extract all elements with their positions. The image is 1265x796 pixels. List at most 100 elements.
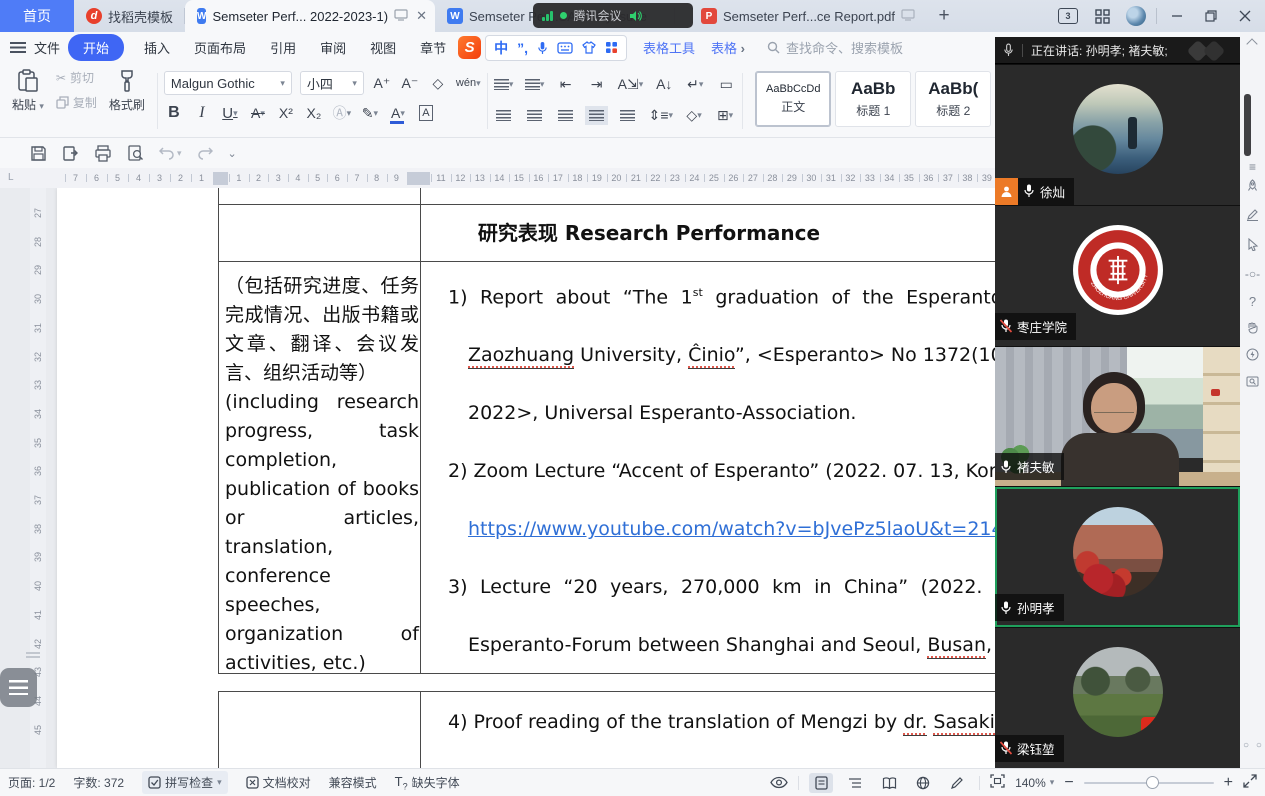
justify-button[interactable] <box>587 104 607 126</box>
cut-button[interactable]: ✂剪切 <box>56 69 97 86</box>
navigation-pane-handle[interactable] <box>0 668 37 707</box>
web-view-button[interactable] <box>911 773 935 793</box>
pinyin-guide-icon[interactable]: wén▾ <box>456 72 481 94</box>
font-size-select[interactable]: 小四▾ <box>300 71 364 95</box>
ime-mode-chinese[interactable]: 中 <box>494 38 508 58</box>
redo-icon[interactable] <box>197 146 213 160</box>
ime-keyboard-icon[interactable] <box>557 42 573 54</box>
hand-icon[interactable] <box>1240 320 1265 334</box>
compatibility-mode-label[interactable]: 兼容模式 <box>329 774 377 791</box>
outline-view-button[interactable] <box>843 773 867 793</box>
tab-docer[interactable]: d 找稻壳模板 <box>74 0 185 32</box>
command-search[interactable]: 查找命令、搜索模板 <box>767 38 903 57</box>
zoom-level[interactable]: 140%▾ <box>1015 776 1054 790</box>
doc-section-title[interactable]: 研究表现 Research Performance <box>218 206 1080 260</box>
text-effects-button[interactable]: Ⓐ ▾ <box>332 102 352 124</box>
tab-document-active[interactable]: W Semseter Perf... 2022-2023-1) ✕ <box>185 0 435 32</box>
participant-tile[interactable]: ZAOZHUANG UNIVERSITY枣庄学院 <box>995 205 1240 346</box>
tab-pdf[interactable]: P Semseter Perf...ce Report.pdf <box>689 0 929 32</box>
fit-page-icon[interactable] <box>990 774 1005 791</box>
character-border-button[interactable]: A <box>416 102 436 124</box>
zoom-slider-thumb[interactable] <box>1146 776 1159 789</box>
tab-stop-selector[interactable]: L <box>8 172 14 183</box>
meeting-panel[interactable]: 正在讲话: 孙明孝; 褚夫敏; 徐灿ZAOZHUANG UNIVERSITY枣庄… <box>995 37 1240 768</box>
undo-icon[interactable] <box>159 146 175 160</box>
bold-button[interactable]: B <box>164 102 184 124</box>
scrollbar-thumb[interactable] <box>1244 94 1251 156</box>
style-cell[interactable]: AaBbCcDd正文 <box>755 71 831 127</box>
sort-button[interactable]: A↓ <box>654 73 674 95</box>
line-spacing-button[interactable]: ⇕≡ ▾ <box>649 104 673 126</box>
decrease-indent-button[interactable]: ⇤ <box>556 73 576 95</box>
font-name-select[interactable]: Malgun Gothic▾ <box>164 71 292 95</box>
export-pdf-icon[interactable] <box>62 145 79 162</box>
italic-button[interactable]: I <box>192 102 212 124</box>
customize-toolbar-icon[interactable]: ⌄ <box>228 147 237 160</box>
ime-punctuation[interactable]: ”, <box>517 40 528 56</box>
cursor-icon[interactable] <box>1240 237 1265 251</box>
help-icon[interactable]: ? <box>1240 294 1265 309</box>
menu-item[interactable]: 视图 <box>370 38 396 57</box>
highlight-button[interactable]: ✎ ▾ <box>360 102 380 124</box>
collapse-meeting-icon[interactable] <box>1246 38 1257 49</box>
participant-tile[interactable]: 褚夫敏 <box>995 346 1240 487</box>
ruler-toggle-icon[interactable]: ▭ <box>716 73 736 95</box>
copy-button[interactable]: 复制 <box>56 94 97 111</box>
ime-skin-icon[interactable] <box>582 41 596 54</box>
hamburger-icon[interactable] <box>10 42 26 53</box>
style-cell[interactable]: AaBb(标题 2 <box>915 71 991 127</box>
pen-icon[interactable] <box>1240 207 1265 221</box>
context-tab-table-tools[interactable]: 表格工具 <box>643 38 695 57</box>
doc-left-cell[interactable]: （包括研究进度、任务完成情况、出版书籍或文章、翻译、会议发言、组织活动等） (i… <box>225 272 419 678</box>
context-tab-table-style[interactable]: 表格 › <box>711 38 745 57</box>
zoom-out-button[interactable]: − <box>1064 774 1073 792</box>
doc-right-cell-2[interactable]: 4) Proof reading of the translation of M… <box>448 693 995 751</box>
ruler-marker[interactable] <box>213 172 228 185</box>
superscript-button[interactable]: X² <box>276 102 296 124</box>
minimize-button[interactable] <box>1163 4 1191 28</box>
tencent-meeting-mini-bar[interactable]: 腾讯会议 <box>533 3 693 28</box>
menu-item[interactable]: 插入 <box>144 38 170 57</box>
ime-tools-grid-icon[interactable] <box>605 41 618 54</box>
font-color-button[interactable]: A ▾ <box>388 102 408 124</box>
participant-tile[interactable]: 孙明孝 <box>995 486 1240 627</box>
text-layout-button[interactable]: A⇲ ▾ <box>618 73 644 95</box>
close-tab-icon[interactable]: ✕ <box>416 8 427 24</box>
menu-item[interactable]: 页面布局 <box>194 38 246 57</box>
read-mode-button[interactable] <box>877 773 901 793</box>
ime-mic-icon[interactable] <box>537 41 548 55</box>
menu-item[interactable]: 章节 <box>420 38 446 57</box>
word-count[interactable]: 字数: 372 <box>73 774 124 791</box>
increase-indent-button[interactable]: ⇥ <box>587 73 607 95</box>
style-cell[interactable]: AaBb标题 1 <box>835 71 911 127</box>
lightning-icon[interactable] <box>1240 347 1265 361</box>
align-center-button[interactable] <box>525 104 545 126</box>
zoom-in-button[interactable]: + <box>1224 774 1233 792</box>
rocket-icon[interactable] <box>1240 178 1265 192</box>
hyperlink[interactable]: https://www.youtube.com/watch?v=bJvePz5l… <box>468 518 1013 540</box>
print-icon[interactable] <box>94 145 112 162</box>
distribute-button[interactable] <box>618 104 638 126</box>
clear-format-icon[interactable]: ◇ <box>428 72 448 94</box>
print-preview-icon[interactable] <box>127 145 144 162</box>
align-right-button[interactable] <box>556 104 576 126</box>
account-avatar[interactable] <box>1122 4 1150 28</box>
missing-font-button[interactable]: T? 缺失字体 <box>395 774 460 792</box>
document-proof-button[interactable]: 文档校对 <box>246 774 311 791</box>
menu-file[interactable]: 文件 <box>34 38 60 57</box>
menu-item[interactable]: 审阅 <box>320 38 346 57</box>
format-painter-button[interactable]: 格式刷 <box>103 69 151 113</box>
restore-button[interactable] <box>1197 4 1225 28</box>
borders-button[interactable]: ⊞ ▾ <box>715 104 735 126</box>
share-screen-icon[interactable] <box>394 9 408 24</box>
wps-days-icon[interactable]: 3 <box>1058 8 1078 24</box>
decrease-font-icon[interactable]: A⁻ <box>400 72 420 94</box>
increase-font-icon[interactable]: A⁺ <box>372 72 392 94</box>
shading-button[interactable]: ◇ ▾ <box>684 104 704 126</box>
underline-button[interactable]: U ▾ <box>220 102 240 124</box>
workspace-grid-icon[interactable] <box>1088 4 1116 28</box>
spell-check-button[interactable]: 拼写检查▾ <box>142 771 228 794</box>
save-icon[interactable] <box>30 145 47 162</box>
align-left-button[interactable] <box>494 104 514 126</box>
tab-home[interactable]: 首页 <box>0 0 74 32</box>
